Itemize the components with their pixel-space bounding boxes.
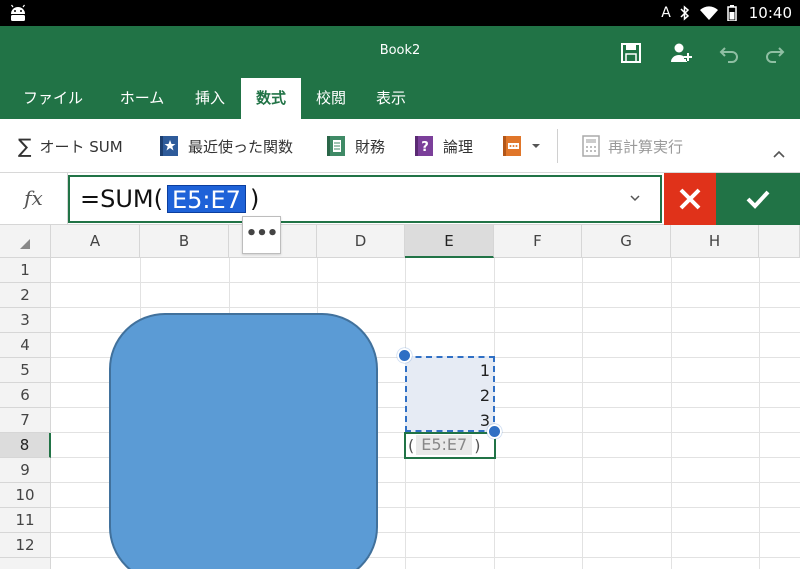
recalculate-label: 再計算実行 <box>608 137 684 156</box>
more-functions-book-icon <box>503 136 521 156</box>
more-functions-button[interactable] <box>501 133 541 159</box>
select-all-corner[interactable] <box>0 225 51 258</box>
financial-label: 財務 <box>355 137 386 156</box>
calculator-icon <box>582 135 600 157</box>
financial-book-icon <box>327 136 345 156</box>
row-header-12[interactable]: 12 <box>0 533 51 558</box>
ribbon-separator <box>557 129 558 163</box>
function-insert-label[interactable]: fx <box>0 173 68 225</box>
column-header-d[interactable]: D <box>317 225 405 258</box>
check-icon <box>746 190 770 209</box>
undo-icon[interactable] <box>716 40 742 66</box>
tab-home[interactable]: ホーム <box>106 78 178 119</box>
question-book-icon: ? <box>415 136 433 156</box>
active-cell-reference: E5:E7 <box>416 435 473 455</box>
android-icon <box>11 4 25 21</box>
close-icon <box>679 188 701 210</box>
cell-e7[interactable]: 3 <box>405 408 490 433</box>
cell-e6[interactable]: 2 <box>405 383 490 408</box>
column-header-b[interactable]: B <box>140 225 229 258</box>
tab-review[interactable]: 校閲 <box>306 78 356 119</box>
cancel-formula-button[interactable] <box>664 173 716 225</box>
autosum-label: オート SUM <box>39 137 123 156</box>
row-header-10[interactable]: 10 <box>0 483 51 508</box>
logical-label: 論理 <box>443 137 474 156</box>
formula-text: =SUM( E5:E7 ) <box>80 185 260 214</box>
gridline <box>51 282 800 283</box>
select-all-triangle-icon <box>20 239 30 249</box>
title-bar: Book2 <box>0 26 800 78</box>
column-header-g[interactable]: G <box>582 225 671 258</box>
cell-e5[interactable]: 1 <box>405 358 490 383</box>
autosum-button[interactable]: ∑ オート SUM <box>18 133 123 159</box>
more-options-button[interactable]: ••• <box>242 216 281 254</box>
wifi-icon <box>699 6 718 20</box>
bluetooth-icon <box>680 5 689 21</box>
range-start-handle[interactable] <box>397 348 412 363</box>
recalculate-button[interactable]: 再計算実行 <box>582 133 683 159</box>
gridline <box>671 258 672 569</box>
dropdown-arrow-icon <box>532 144 540 148</box>
signal-indicator: A <box>661 5 671 21</box>
column-header-a[interactable]: A <box>51 225 140 258</box>
column-header-e[interactable]: E <box>405 225 494 258</box>
active-cell-e8[interactable]: ( E5:E7 ) <box>404 432 496 459</box>
svg-text:?: ? <box>421 140 429 155</box>
row-header-13[interactable] <box>0 558 51 569</box>
tab-view[interactable]: 表示 <box>362 78 420 119</box>
column-header-f[interactable]: F <box>494 225 582 258</box>
gridline <box>759 258 760 569</box>
share-person-icon[interactable] <box>668 40 694 66</box>
row-header-8[interactable]: 8 <box>0 433 51 458</box>
ribbon-tabs: ファイル ホーム 挿入 数式 校閲 表示 <box>0 78 800 119</box>
clock: 10:40 <box>748 4 792 22</box>
row-header-4[interactable]: 4 <box>0 333 51 358</box>
rounded-rectangle-shape[interactable] <box>109 313 378 569</box>
sigma-icon: ∑ <box>18 134 32 158</box>
battery-icon <box>727 5 737 21</box>
column-header-overflow[interactable] <box>759 225 800 258</box>
gridline <box>582 258 583 569</box>
financial-button[interactable]: 財務 <box>325 133 385 159</box>
row-header-9[interactable]: 9 <box>0 458 51 483</box>
spreadsheet-grid[interactable]: A B C D E F G H 1 2 3 4 5 6 7 8 9 10 11 … <box>0 225 800 569</box>
active-cell-open-paren: ( <box>408 435 415 455</box>
row-header-7[interactable]: 7 <box>0 408 51 433</box>
status-bar: A 10:40 <box>0 0 800 26</box>
active-cell-close-paren: ) <box>474 435 481 455</box>
active-cell-content: ( E5:E7 ) <box>408 435 480 455</box>
row-header-1[interactable]: 1 <box>0 258 51 283</box>
collapse-ribbon-icon[interactable] <box>772 149 786 159</box>
logical-button[interactable]: ? 論理 <box>413 133 473 159</box>
row-header-5[interactable]: 5 <box>0 358 51 383</box>
tab-insert[interactable]: 挿入 <box>184 78 236 119</box>
tab-file[interactable]: ファイル <box>8 78 98 119</box>
formula-reference[interactable]: E5:E7 <box>166 185 246 214</box>
ribbon-commands: ∑ オート SUM 最近使った関数 財務 ? 論理 再計算実行 <box>0 119 800 173</box>
confirm-formula-button[interactable] <box>716 173 800 225</box>
recent-functions-button[interactable]: 最近使った関数 <box>158 133 293 159</box>
formula-input[interactable]: =SUM( E5:E7 ) <box>68 175 662 223</box>
row-header-6[interactable]: 6 <box>0 383 51 408</box>
row-header-2[interactable]: 2 <box>0 283 51 308</box>
column-header-h[interactable]: H <box>671 225 759 258</box>
formula-suffix: ) <box>249 185 260 213</box>
tab-formulas[interactable]: 数式 <box>241 78 301 119</box>
range-end-handle[interactable] <box>487 424 502 439</box>
row-header-3[interactable]: 3 <box>0 308 51 333</box>
redo-icon[interactable] <box>762 40 788 66</box>
row-header-11[interactable]: 11 <box>0 508 51 533</box>
star-book-icon <box>160 136 178 156</box>
recent-functions-label: 最近使った関数 <box>188 137 294 156</box>
expand-formula-icon[interactable] <box>626 189 644 207</box>
formula-prefix: =SUM( <box>80 185 163 213</box>
save-icon[interactable] <box>618 40 644 66</box>
formula-bar: fx =SUM( E5:E7 ) <box>0 173 800 225</box>
gridline <box>51 307 800 308</box>
